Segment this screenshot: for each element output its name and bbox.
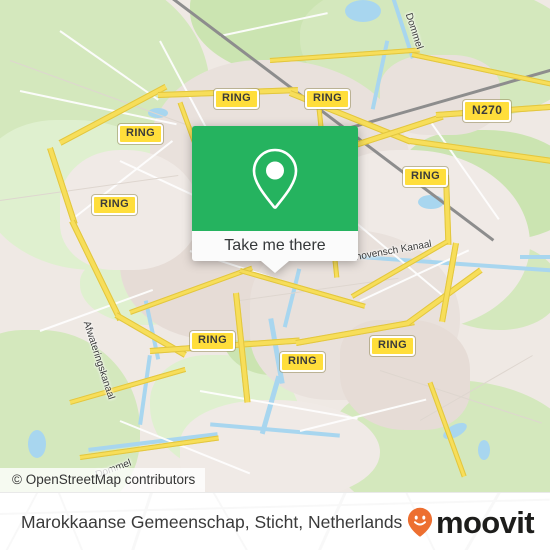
map-attribution[interactable]: © OpenStreetMap contributors bbox=[0, 468, 206, 492]
road-shield: RING bbox=[403, 167, 449, 187]
road-shield: RING bbox=[370, 336, 416, 356]
place-popup-card[interactable]: Take me there bbox=[192, 126, 358, 273]
footer-bar: Marokkaanse Gemeenschap, Sticht, Netherl… bbox=[0, 492, 550, 550]
road-shield: RING bbox=[280, 352, 326, 372]
map-pin-icon bbox=[252, 148, 298, 209]
take-me-there-label: Take me there bbox=[224, 237, 326, 254]
moovit-wordmark: moovit bbox=[435, 504, 535, 540]
moovit-smiley-pin-icon bbox=[407, 507, 433, 537]
road-shield: RING bbox=[92, 195, 138, 215]
place-title: Marokkaanse Gemeenschap, Sticht, Netherl… bbox=[21, 493, 402, 550]
road-shield: RING bbox=[118, 124, 164, 144]
map-canvas[interactable]: DommelAfwateringskanaalhovensch KanaalDo… bbox=[0, 0, 550, 492]
road-shield: RING bbox=[214, 89, 260, 109]
moovit-brand[interactable]: moovit bbox=[407, 493, 535, 550]
popup-card-header bbox=[192, 126, 358, 231]
popup-card-tail bbox=[261, 261, 289, 273]
road-shield: RING bbox=[305, 89, 351, 109]
map-page: DommelAfwateringskanaalhovensch KanaalDo… bbox=[0, 0, 550, 550]
place-title-text: Marokkaanse Gemeenschap, Sticht, Netherl… bbox=[21, 511, 403, 532]
take-me-there-button[interactable]: Take me there bbox=[192, 231, 358, 261]
map-attribution-text: © OpenStreetMap contributors bbox=[12, 472, 196, 487]
road-shield: N270 bbox=[463, 100, 512, 122]
road-shield: RING bbox=[190, 331, 236, 351]
